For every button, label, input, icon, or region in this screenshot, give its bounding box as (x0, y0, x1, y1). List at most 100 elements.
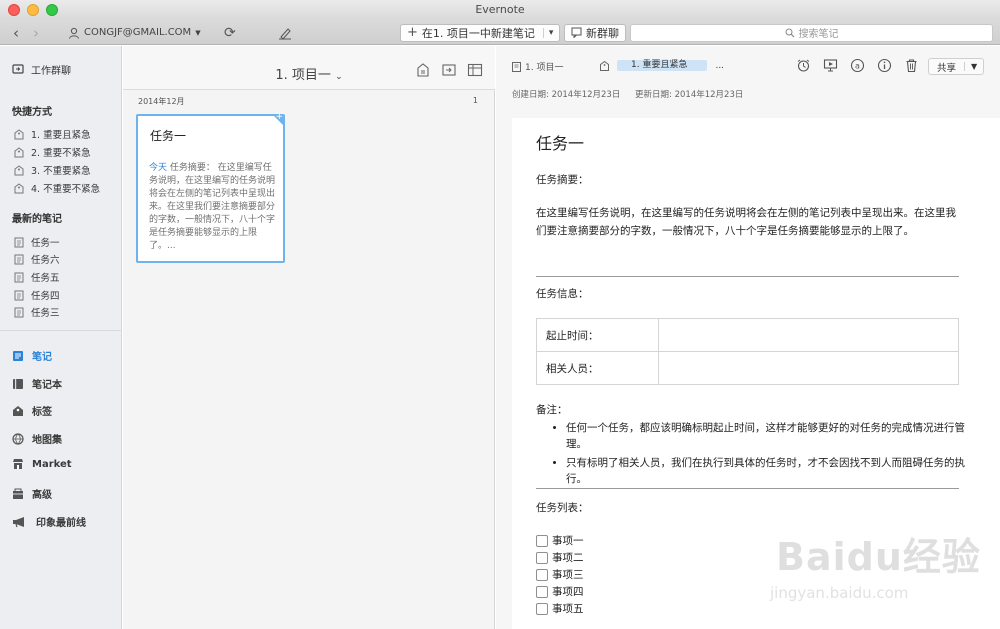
new-note-label: 在1. 项目一中新建笔记 (421, 26, 535, 40)
checkbox[interactable] (536, 602, 548, 615)
summary-text: 在这里编写任务说明，在这里编写的任务说明将会在左侧的笔记列表中呈现出来。在这里我… (536, 207, 956, 237)
baidu-watermark: Baidu经验 jingyan.baidu.com (762, 520, 992, 620)
table-cell-key[interactable]: 相关人员： (536, 351, 659, 385)
share-notebook-icon[interactable] (441, 62, 457, 78)
share-button[interactable]: 共享 ▼ (928, 58, 985, 75)
at-mention-icon[interactable]: a (850, 58, 865, 73)
shortcut-item[interactable]: 2. 重要不紧急 (14, 145, 136, 159)
share-dropdown-icon[interactable]: ▼ (964, 62, 983, 71)
notebook-icon (13, 378, 23, 389)
trash-icon[interactable] (904, 58, 919, 73)
search-placeholder: 搜索笔记 (798, 29, 839, 40)
tag-icon (14, 146, 24, 157)
sidebar: 工作群聊 快捷方式 1. 重要且紧急 2. 重要不紧急 3. 不重要紧急 4. … (0, 46, 122, 629)
checklist-label: 事项五 (552, 603, 584, 615)
new-chat-button[interactable]: 新群聊 (564, 23, 626, 42)
plus-icon: + (407, 25, 418, 40)
tag-icon (600, 60, 609, 71)
more-tags[interactable]: ... (715, 61, 724, 71)
account-email: CONGJF@GMAIL.COM (84, 27, 192, 38)
info-icon[interactable] (877, 58, 892, 73)
shortcut-item[interactable]: 3. 不重要紧急 (14, 163, 136, 177)
add-reminder-icon[interactable]: + (275, 112, 283, 122)
view-options-icon[interactable] (467, 62, 483, 78)
sidebar-divider (0, 330, 122, 331)
checklist-label: 事项三 (552, 569, 584, 581)
recent-note-label: 任务六 (31, 255, 60, 266)
sidebar-item-label: Market (32, 458, 72, 470)
checkbox[interactable] (536, 568, 548, 581)
sidebar-work-chat[interactable]: 工作群聊 (12, 62, 134, 77)
recent-note-item[interactable]: 任务四 (14, 288, 136, 302)
close-window-button[interactable] (8, 4, 20, 16)
notebook-info-icon[interactable] (415, 62, 431, 78)
account-menu[interactable]: CONGJF@GMAIL.COM ▼ (68, 20, 201, 45)
table-cell-key[interactable]: 起止时间： (536, 318, 659, 352)
window-title: Evernote (475, 3, 525, 16)
note-card-title: 任务一 (150, 129, 187, 143)
new-note-button[interactable]: + 在1. 项目一中新建笔记 ▾ (400, 23, 561, 42)
alarm-clock-icon[interactable] (796, 58, 811, 73)
notebook-title: 1. 项目一 (275, 68, 331, 83)
checkbox[interactable] (536, 585, 548, 598)
recent-note-label: 任务一 (31, 238, 60, 249)
note-card-date: 今天 (149, 163, 168, 173)
note-notebook-name: 1. 项目一 (525, 63, 564, 73)
note-icon (14, 290, 24, 300)
note-dates: 创建日期: 2014年12月23日 更新日期: 2014年12月23日 (512, 88, 755, 100)
sync-button[interactable]: ⟳ (224, 20, 236, 45)
back-arrow-icon[interactable]: ‹ (6, 24, 26, 42)
note-tags[interactable]: 1. 重要且紧急 ... (600, 60, 724, 71)
checklist-label: 事项二 (552, 552, 584, 564)
shortcut-item[interactable]: 4. 不重要不紧急 (14, 181, 136, 195)
work-chat-toolbar-button[interactable] (278, 20, 292, 45)
checklist-item: 事项三 (536, 566, 584, 583)
window-titlebar: Evernote (0, 0, 1000, 20)
sidebar-item-frontline[interactable]: 印象最前线 (12, 514, 134, 529)
shortcut-item[interactable]: 1. 重要且紧急 (14, 127, 136, 141)
table-cell-value[interactable] (658, 318, 959, 352)
search-input[interactable]: 搜索笔记 (630, 23, 993, 42)
shortcut-label: 4. 不重要不紧急 (31, 184, 101, 195)
new-note-dropdown-icon[interactable]: ▾ (542, 27, 553, 38)
recent-note-item[interactable]: 任务三 (14, 305, 136, 319)
recent-note-item[interactable]: 任务一 (14, 235, 136, 249)
task-checklist: 事项一 事项二 事项三 事项四 事项五 (536, 532, 584, 617)
sidebar-item-tags[interactable]: 标签 (12, 403, 134, 418)
note-notebook-selector[interactable]: 1. 项目一 (512, 60, 563, 73)
sidebar-item-notebooks[interactable]: 笔记本 (12, 376, 134, 391)
svg-text:a: a (855, 62, 860, 71)
sidebar-item-market[interactable]: Market (12, 458, 134, 470)
horizontal-rule (536, 276, 959, 277)
forward-arrow-icon[interactable]: › (26, 24, 46, 42)
tag-icon (13, 405, 23, 416)
note-card[interactable]: + 任务一 今天 任务摘要： 在这里编写任务说明，在这里编写的任务说明将会在左侧… (136, 112, 285, 263)
recent-note-item[interactable]: 任务六 (14, 252, 136, 266)
info-table: 起止时间： 相关人员： (536, 318, 959, 385)
sidebar-item-label: 高级 (32, 490, 52, 501)
table-cell-value[interactable] (658, 351, 959, 385)
checkbox[interactable] (536, 551, 548, 564)
minimize-window-button[interactable] (27, 4, 39, 16)
note-title[interactable]: 任务一 (536, 130, 584, 154)
note-card-snippet: 今天 任务摘要： 在这里编写任务说明，在这里编写的任务说明将会在左侧的笔记列表中… (149, 162, 277, 253)
checklist-item: 事项二 (536, 549, 584, 566)
sidebar-item-label: 标签 (32, 407, 52, 418)
shortcut-label: 3. 不重要紧急 (31, 166, 91, 177)
summary-label: 任务摘要： (536, 174, 589, 186)
presentation-icon[interactable] (823, 58, 838, 73)
tag-icon (14, 164, 24, 175)
sidebar-item-premium[interactable]: 高级 (12, 486, 134, 501)
zoom-window-button[interactable] (46, 4, 58, 16)
recent-note-item[interactable]: 任务五 (14, 270, 136, 284)
main-toolbar: ‹ › CONGJF@GMAIL.COM ▼ ⟳ + 在1. 项目一中新建笔记 … (0, 20, 1000, 45)
checklist-item: 事项四 (536, 583, 584, 600)
checklist-item: 事项一 (536, 532, 584, 549)
tag-pill[interactable]: 1. 重要且紧急 (617, 60, 708, 71)
watermark-url: jingyan.baidu.com (770, 584, 909, 602)
sidebar-item-atlas[interactable]: 地图集 (12, 431, 134, 446)
watermark-brand: Baidu经验 (776, 535, 981, 579)
window-controls (8, 4, 58, 16)
sidebar-item-notes[interactable]: 笔记 (12, 348, 134, 363)
checkbox[interactable] (536, 534, 548, 547)
